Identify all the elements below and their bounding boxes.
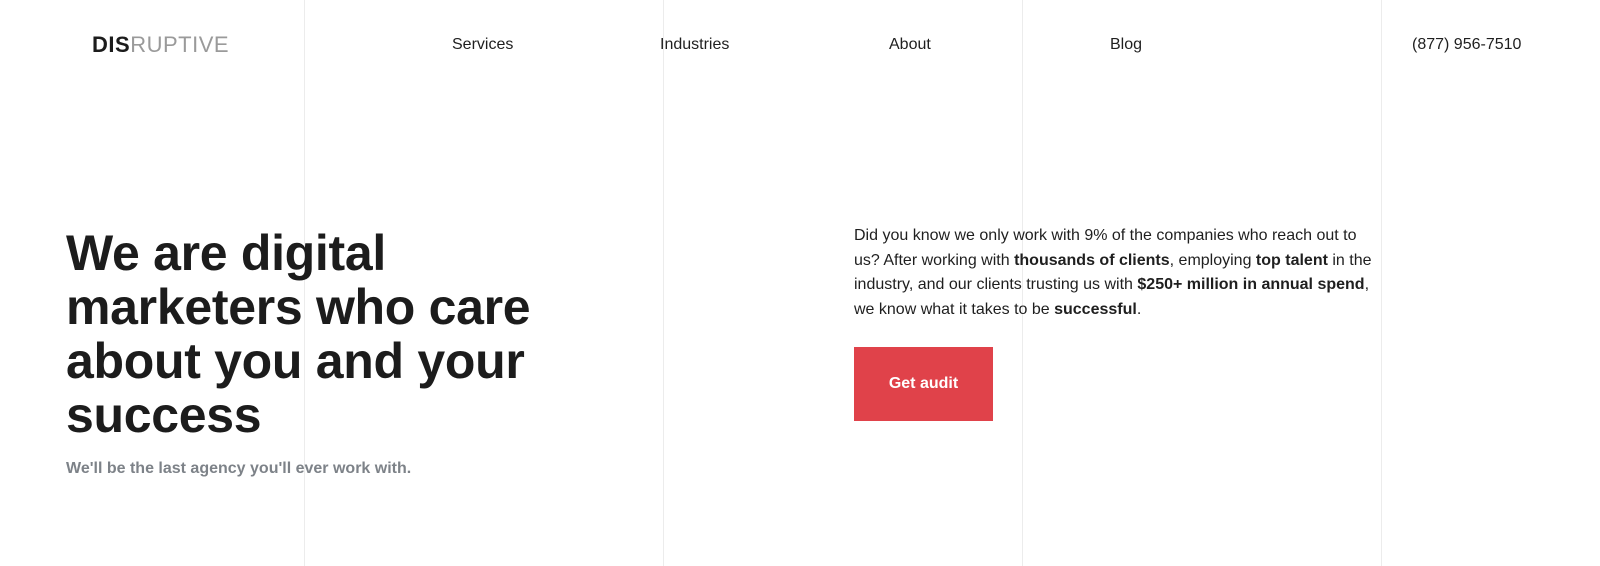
intro-emphasis: top talent xyxy=(1255,251,1328,269)
phone-link[interactable]: (877) 956-7510 xyxy=(1412,35,1521,55)
intro-text: , employing xyxy=(1169,251,1256,269)
intro-emphasis: successful xyxy=(1054,300,1137,318)
logo-text-light: RUPTIVE xyxy=(130,32,230,57)
nav-link-about[interactable]: About xyxy=(889,35,931,55)
logo-text-dark: DIS xyxy=(92,32,131,57)
site-header: DISRUPTIVE Services Industries About Blo… xyxy=(0,0,1600,90)
intro-text: . xyxy=(1136,300,1142,318)
nav-link-blog[interactable]: Blog xyxy=(1110,35,1142,55)
hero-title: We are digital marketers who care about … xyxy=(66,225,531,443)
hero-subtitle: We'll be the last agency you'll ever wor… xyxy=(66,460,412,477)
nav-link-services[interactable]: Services xyxy=(452,35,513,55)
intro-emphasis: thousands of clients xyxy=(1014,251,1170,269)
intro-paragraph: Did you know we only work with 9% of the… xyxy=(854,224,1384,322)
intro-emphasis: $250+ million in annual spend xyxy=(1137,276,1365,293)
nav-link-industries[interactable]: Industries xyxy=(660,35,729,55)
logo[interactable]: DISRUPTIVE xyxy=(92,32,229,58)
get-audit-button[interactable]: Get audit xyxy=(854,347,993,421)
